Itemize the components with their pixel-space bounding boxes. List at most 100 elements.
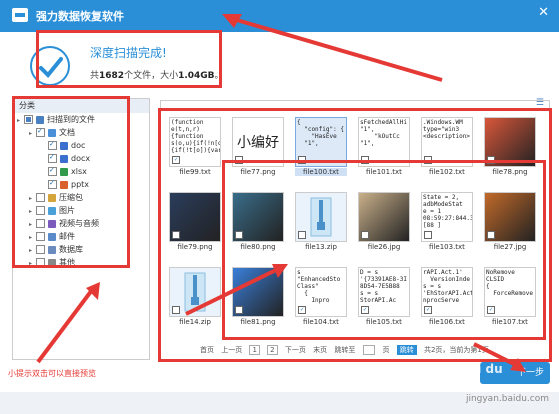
image-thumbnail[interactable] <box>358 192 410 242</box>
file-checkbox[interactable] <box>235 231 243 239</box>
file-tile[interactable]: file26.jpg <box>358 192 410 254</box>
image-thumbnail[interactable] <box>484 192 536 242</box>
file-checkbox[interactable] <box>172 306 180 314</box>
tree-item-label: docx <box>71 154 91 163</box>
tree-checkbox[interactable] <box>36 206 45 215</box>
file-checkbox[interactable] <box>424 231 432 239</box>
tree-checkbox[interactable] <box>36 219 45 228</box>
tree-item-7[interactable]: ▸ 图片 <box>13 204 149 217</box>
file-tile[interactable]: file78.png <box>484 117 536 179</box>
file-name: file13.zip <box>305 243 337 251</box>
tree-item-10[interactable]: ▸ 数据库 <box>13 243 149 256</box>
file-thumbnail[interactable]: D = s '{73391AE8-3I 8D54-7E5B88 s = s St… <box>358 267 410 317</box>
check-circle-icon <box>30 46 70 86</box>
tree-item-2[interactable]: doc <box>13 138 149 152</box>
file-thumbnail[interactable] <box>295 192 347 242</box>
file-checkbox[interactable] <box>487 156 495 164</box>
file-tile[interactable]: sFetchedAllHi "1", "kOutCc "1", file101.t… <box>358 117 410 179</box>
file-tile[interactable]: file80.png <box>232 192 284 254</box>
file-tile[interactable]: s "EnhancedSto Class" { Inpro ✓ file104.tx… <box>295 267 347 329</box>
file-tile[interactable]: file27.jpg <box>484 192 536 254</box>
image-thumbnail[interactable] <box>169 192 221 242</box>
file-tile[interactable]: State = 2, adbModeStat e = 1 08:59:27:84… <box>421 192 473 254</box>
last-page-link[interactable]: 末页 <box>313 345 327 355</box>
page-2-link[interactable]: 2 <box>267 345 278 355</box>
file-tile[interactable]: (function e(t,n,r) {function s(o,u){if(!… <box>169 117 221 179</box>
file-thumbnail[interactable]: State = 2, adbModeStat e = 1 08:59:27:84… <box>421 192 473 242</box>
tree-item-6[interactable]: ▸ 压缩包 <box>13 191 149 204</box>
file-checkbox[interactable] <box>424 156 432 164</box>
tree-item-8[interactable]: ▸ 视频与音频 <box>13 217 149 230</box>
close-icon[interactable]: ✕ <box>538 5 549 20</box>
view-menu-icon[interactable]: ☰ <box>536 98 544 108</box>
docx-icon <box>60 154 68 163</box>
file-checkbox[interactable] <box>172 231 180 239</box>
file-tile[interactable]: .Windows.WM type="win3 <description> file… <box>421 117 473 179</box>
expand-icon[interactable]: ▸ <box>29 257 36 270</box>
tree-checkbox[interactable] <box>48 138 57 151</box>
first-page-link[interactable]: 首页 <box>200 345 214 355</box>
file-tile[interactable]: file14.zip <box>169 267 221 329</box>
file-count: 1682 <box>99 71 125 81</box>
file-thumbnail[interactable]: (function e(t,n,r) {function s(o,u){if(!… <box>169 117 221 167</box>
tree-item-5[interactable]: pptx <box>13 177 149 191</box>
file-checkbox[interactable]: ✓ <box>424 306 432 314</box>
file-tile[interactable]: 小编好 file77.png <box>232 117 284 179</box>
tree-item-1[interactable]: ▸文档 <box>13 125 149 139</box>
file-thumbnail[interactable]: { "config": { "HasEve "1", <box>295 117 347 167</box>
tree-item-4[interactable]: xlsx <box>13 164 149 178</box>
file-checkbox[interactable]: ✓ <box>298 306 306 314</box>
sidebar-header: 分类 <box>13 99 149 113</box>
stats-prefix: 共 <box>90 71 100 81</box>
file-tile[interactable]: file81.png <box>232 267 284 329</box>
tree-checkbox[interactable] <box>36 125 45 138</box>
prev-page-link[interactable]: 上一页 <box>221 345 242 355</box>
file-tile[interactable]: NoRemove CLSID { ForceRemove ✓ file107.txt <box>484 267 536 329</box>
file-thumbnail[interactable]: .Windows.WM type="win3 <description> <box>421 117 473 167</box>
file-checkbox[interactable] <box>235 306 243 314</box>
file-tile[interactable]: file79.png <box>169 192 221 254</box>
tree-checkbox[interactable] <box>36 245 45 254</box>
tree-checkbox[interactable] <box>36 258 45 267</box>
file-thumbnail[interactable]: rAPI.Act.1' VersionInde s = s 'EhStorAPI… <box>421 267 473 317</box>
tree-item-3[interactable]: docx <box>13 151 149 165</box>
file-tile[interactable]: D = s '{73391AE8-3I 8D54-7E5B88 s = s St… <box>358 267 410 329</box>
file-thumbnail[interactable] <box>169 267 221 317</box>
file-checkbox[interactable]: ✓ <box>172 156 180 164</box>
file-tile[interactable]: rAPI.Act.1' VersionInde s = s 'EhStorAPI… <box>421 267 473 329</box>
file-thumbnail[interactable]: s "EnhancedSto Class" { Inpro ✓ <box>295 267 347 317</box>
image-thumbnail[interactable] <box>232 267 284 317</box>
file-checkbox[interactable]: ✓ <box>361 306 369 314</box>
file-thumbnail[interactable]: 小编好 <box>232 117 284 167</box>
file-tile[interactable]: file13.zip <box>295 192 347 254</box>
tree-checkbox[interactable] <box>36 232 45 241</box>
page-input[interactable] <box>362 345 376 355</box>
file-checkbox[interactable] <box>361 156 369 164</box>
tree-checkbox[interactable] <box>48 177 57 190</box>
tree-item-label: 图片 <box>59 206 75 215</box>
file-checkbox[interactable] <box>298 156 306 164</box>
file-checkbox[interactable] <box>487 231 495 239</box>
image-thumbnail[interactable] <box>232 192 284 242</box>
tree-checkbox[interactable] <box>48 151 57 164</box>
jump-button[interactable]: 跳转 <box>396 345 417 355</box>
file-name: file104.txt <box>303 318 339 326</box>
tree-item-0[interactable]: ▸ 扫描到的文件 <box>13 113 149 126</box>
tree-checkbox[interactable] <box>36 193 45 202</box>
file-tile[interactable]: { "config": { "HasEve "1", file100.txt <box>295 117 347 179</box>
tree-item-11[interactable]: ▸ 其他 <box>13 256 149 269</box>
file-checkbox[interactable]: ✓ <box>487 306 495 314</box>
tree-checkbox[interactable] <box>48 164 57 177</box>
tree-item-label: doc <box>71 141 86 150</box>
page-1-link[interactable]: 1 <box>249 345 260 355</box>
file-checkbox[interactable] <box>235 156 243 164</box>
next-page-link[interactable]: 下一页 <box>285 345 306 355</box>
file-thumbnail[interactable]: NoRemove CLSID { ForceRemove ✓ <box>484 267 536 317</box>
file-checkbox[interactable] <box>361 231 369 239</box>
tree-item-9[interactable]: ▸ 邮件 <box>13 230 149 243</box>
other-icon <box>48 258 56 267</box>
image-thumbnail[interactable] <box>484 117 536 167</box>
file-checkbox[interactable] <box>298 231 306 239</box>
file-thumbnail[interactable]: sFetchedAllHi "1", "kOutCc "1", <box>358 117 410 167</box>
tree-checkbox[interactable] <box>24 115 33 124</box>
